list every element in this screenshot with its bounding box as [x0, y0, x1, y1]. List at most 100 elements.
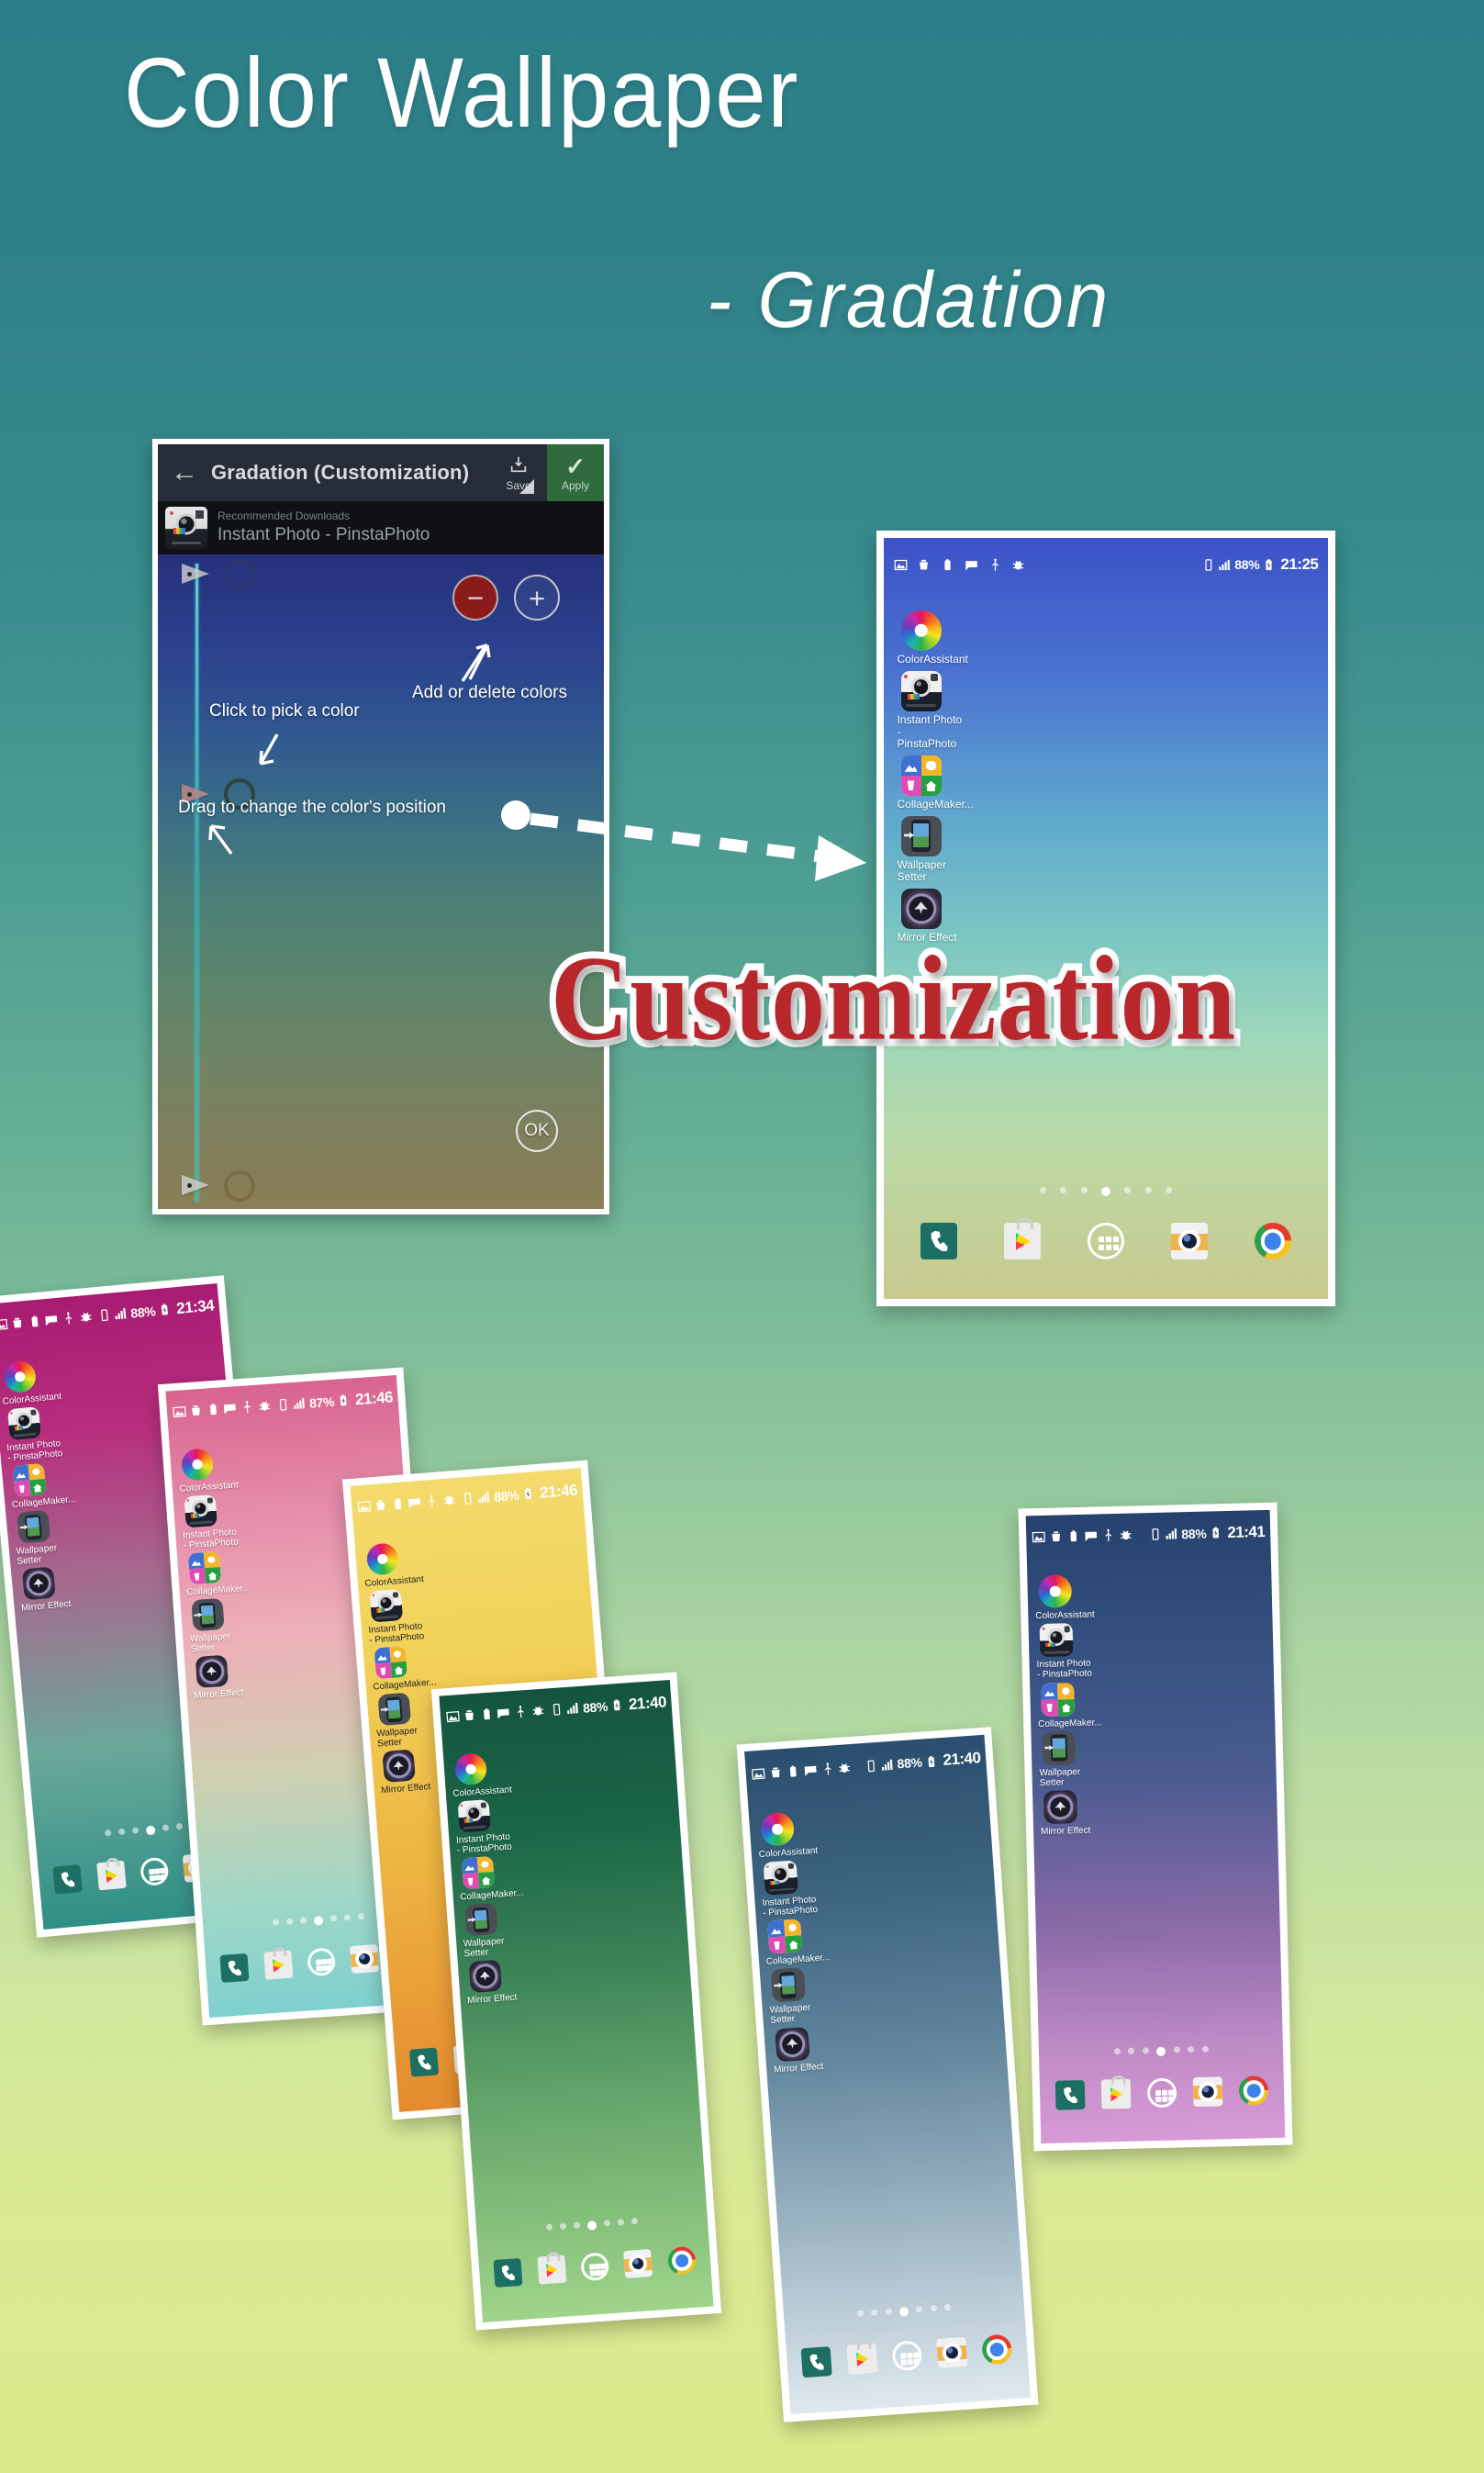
app-item[interactable]: ColorAssistant	[0, 1355, 95, 1407]
app-item[interactable]: Instant Photo - PinstaPhoto	[759, 1856, 859, 1919]
bug-icon	[443, 1495, 455, 1505]
delete-color-button[interactable]: −	[452, 575, 498, 621]
battery-charging-icon	[525, 1488, 532, 1500]
app-item[interactable]: ColorAssistant	[451, 1749, 546, 1799]
image-icon	[445, 1711, 460, 1723]
app-item[interactable]: ColorAssistant	[177, 1444, 273, 1494]
app-drawer-icon[interactable]	[1146, 2077, 1177, 2109]
app-item[interactable]: Wallpaper Setter	[13, 1505, 110, 1567]
app-drawer-icon[interactable]	[1087, 1223, 1124, 1260]
app-item[interactable]: Instant Photo - PinstaPhoto	[4, 1402, 101, 1464]
app-item[interactable]: Mirror Effect	[464, 1956, 560, 2007]
trash-icon	[920, 559, 929, 569]
chrome-icon[interactable]	[981, 2333, 1013, 2366]
camera-icon[interactable]	[1170, 1223, 1208, 1260]
phone-icon[interactable]	[801, 2346, 833, 2378]
app-label: Mirror Effect	[20, 1599, 72, 1615]
trash-icon	[771, 1767, 780, 1778]
app-label: Wallpaper Setter	[375, 1726, 418, 1750]
play-store-icon[interactable]	[1100, 2079, 1132, 2109]
app-item[interactable]: CollageMaker...	[8, 1458, 105, 1510]
app-item[interactable]: Instant Photo - PinstaPhoto	[898, 670, 1076, 750]
app-item[interactable]: Instant Photo - PinstaPhoto	[365, 1584, 462, 1646]
app-item[interactable]: CollageMaker...	[457, 1852, 552, 1903]
app-item[interactable]: Instant Photo - PinstaPhoto	[1036, 1622, 1135, 1680]
app-item[interactable]: ColorAssistant	[898, 610, 1076, 666]
camera-icon[interactable]	[1192, 2076, 1223, 2108]
phone-icon[interactable]	[921, 1223, 957, 1260]
app-drawer-icon[interactable]	[139, 1856, 170, 1887]
recommended-download-banner[interactable]: Recommended Downloads Instant Photo - Pi…	[158, 501, 604, 554]
app-item[interactable]: Mirror Effect	[1040, 1789, 1139, 1837]
color-wheel-icon	[2, 1360, 37, 1394]
arrow-to-drag-handle-icon	[208, 824, 233, 856]
phone-icon[interactable]	[219, 1953, 250, 1984]
camera-icon[interactable]	[936, 2337, 968, 2369]
phone-icon[interactable]	[52, 1864, 84, 1896]
collage-maker-icon	[12, 1463, 47, 1498]
app-list: ColorAssistant Instant Photo - PinstaPho…	[177, 1444, 287, 1705]
app-item[interactable]: CollageMaker...	[1037, 1681, 1136, 1729]
app-item[interactable]: CollageMaker...	[764, 1915, 863, 1967]
usb-icon	[429, 1495, 436, 1508]
play-store-icon[interactable]	[536, 2255, 566, 2285]
app-drawer-icon[interactable]	[580, 2252, 610, 2282]
app-item[interactable]: Wallpaper Setter	[898, 815, 1076, 883]
apply-button[interactable]: ✓ Apply	[547, 444, 604, 501]
app-item[interactable]: Mirror Effect	[17, 1561, 114, 1614]
gradient-stop-swatch-top[interactable]	[224, 559, 255, 590]
camera-icon[interactable]	[350, 1944, 380, 1975]
app-drawer-icon[interactable]	[891, 2340, 923, 2372]
app-item[interactable]: Mirror Effect	[771, 2022, 870, 2075]
app-item[interactable]: CollageMaker...	[184, 1548, 279, 1598]
gradient-stop-handle-top[interactable]	[182, 564, 213, 585]
back-arrow-icon[interactable]: ←	[158, 459, 211, 487]
gradient-track[interactable]	[195, 564, 198, 1202]
phone-screenshot-main: 88% 21:25 ColorAssistant Instant Photo -…	[876, 531, 1335, 1306]
app-item[interactable]: Wallpaper Setter	[767, 1964, 867, 2026]
app-item[interactable]: ColorAssistant	[756, 1807, 855, 1860]
app-drawer-icon[interactable]	[307, 1947, 337, 1977]
play-store-icon[interactable]	[262, 1950, 293, 1980]
app-label: Wallpaper Setter	[189, 1631, 231, 1655]
chrome-icon[interactable]	[1254, 1223, 1291, 1260]
clock: 21:40	[942, 1749, 982, 1770]
play-store-icon[interactable]	[1003, 1218, 1041, 1260]
save-label: Save	[506, 478, 531, 492]
app-label: ColorAssistant	[758, 1845, 819, 1860]
gradient-stop-handle-bottom[interactable]	[182, 1175, 213, 1196]
apply-label: Apply	[561, 478, 590, 492]
phone-icon[interactable]	[409, 2047, 440, 2078]
phone-icon[interactable]	[1054, 2080, 1086, 2111]
app-item[interactable]: Wallpaper Setter	[461, 1899, 557, 1960]
app-item[interactable]: Wallpaper Setter	[187, 1595, 284, 1655]
mirror-effect-icon	[775, 2026, 810, 2063]
poster-canvas: Color Wallpaper - Gradation ← Gradation …	[0, 0, 1484, 2473]
ok-button[interactable]: OK	[516, 1110, 558, 1152]
chrome-icon[interactable]	[666, 2246, 697, 2277]
app-item[interactable]: Mirror Effect	[191, 1651, 286, 1702]
play-store-icon[interactable]	[846, 2343, 878, 2376]
battery-charging-icon	[162, 1304, 169, 1315]
camera-icon[interactable]	[623, 2249, 653, 2279]
phone-icon[interactable]	[493, 2258, 523, 2288]
app-item[interactable]: Wallpaper Setter	[1038, 1729, 1137, 1788]
app-item[interactable]: ColorAssistant	[1034, 1573, 1133, 1621]
app-item[interactable]: CollageMaker...	[370, 1641, 465, 1693]
battery-percent: 88%	[129, 1304, 157, 1321]
usb-icon	[518, 1706, 525, 1718]
phone-screenshot-green: 88% 21:40 ColorAssistant Instant Photo -…	[430, 1672, 722, 2331]
app-item[interactable]: ColorAssistant	[362, 1538, 457, 1589]
app-item[interactable]: Instant Photo - PinstaPhoto	[453, 1796, 550, 1856]
app-item[interactable]: Instant Photo - PinstaPhoto	[180, 1491, 276, 1551]
app-label: Wallpaper Setter	[769, 2003, 811, 2027]
app-item[interactable]: CollageMaker...	[898, 755, 1076, 811]
battery-icon	[1070, 1530, 1077, 1542]
save-button[interactable]: Save	[490, 444, 547, 501]
add-color-button[interactable]: +	[514, 575, 560, 621]
instant-camera-icon	[763, 1860, 798, 1896]
gradient-stop-swatch-bottom[interactable]	[224, 1170, 255, 1202]
wallpaper-setter-icon	[463, 1903, 498, 1937]
play-store-icon[interactable]	[95, 1861, 127, 1891]
chrome-icon[interactable]	[1238, 2076, 1269, 2107]
